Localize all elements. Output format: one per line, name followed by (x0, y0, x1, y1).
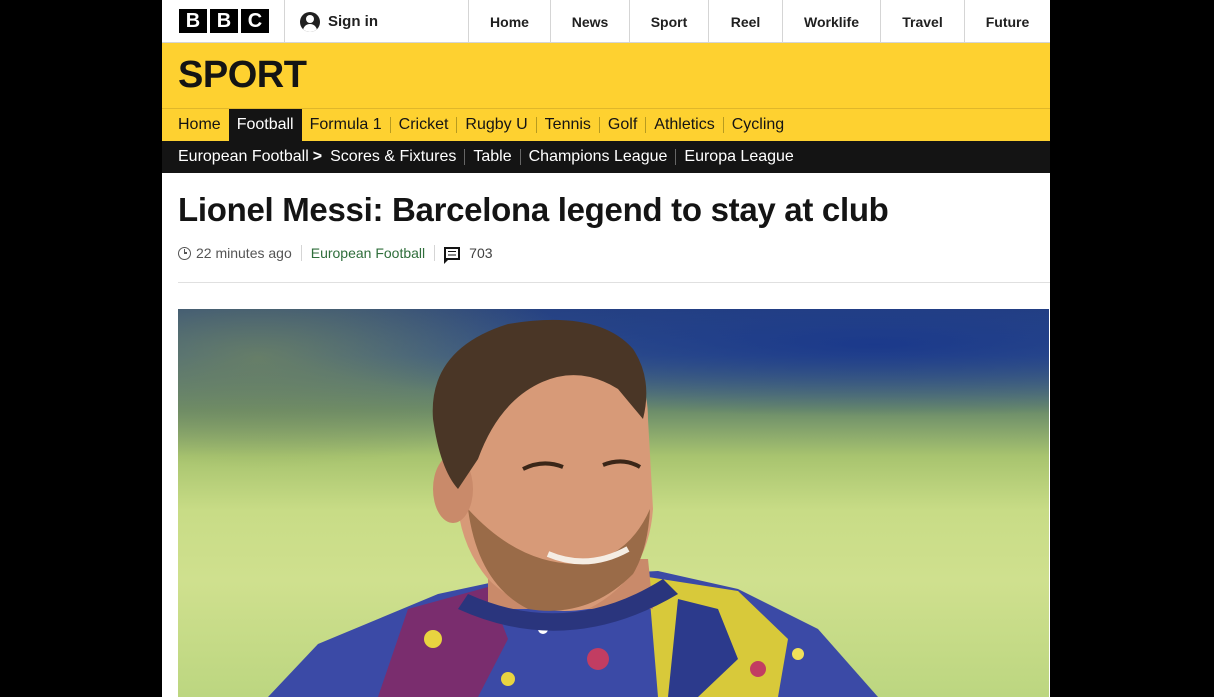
divider (178, 282, 1050, 283)
sub-nav-champions-league[interactable]: Champions League (521, 148, 676, 166)
sport-nav: Home Football Formula 1 Cricket Rugby U … (162, 108, 1050, 141)
sport-nav-cricket[interactable]: Cricket (391, 109, 457, 141)
sport-nav-tennis[interactable]: Tennis (537, 109, 599, 141)
sub-nav-europa-league[interactable]: Europa League (676, 148, 801, 166)
global-header: B B C Sign in Home News Sport Reel Workl… (162, 0, 1050, 43)
global-nav-home[interactable]: Home (468, 0, 550, 43)
section-link[interactable]: European Football (311, 245, 425, 261)
sport-nav-athletics[interactable]: Athletics (646, 109, 722, 141)
sub-nav-scores-fixtures[interactable]: Scores & Fixtures (330, 148, 464, 166)
timestamp: 22 minutes ago (196, 245, 292, 261)
comment-count: 703 (469, 245, 493, 261)
sign-in-link[interactable]: Sign in (300, 0, 378, 43)
sport-header: SPORT (162, 43, 1050, 108)
sport-nav-golf[interactable]: Golf (600, 109, 645, 141)
global-nav-worklife[interactable]: Worklife (782, 0, 880, 43)
article-headline: Lionel Messi: Barcelona legend to stay a… (178, 191, 889, 228)
player-photo (268, 319, 878, 697)
sub-nav-table[interactable]: Table (465, 148, 519, 166)
article-hero-image (178, 309, 1049, 697)
comments-link[interactable]: 703 (444, 245, 493, 264)
global-nav-reel[interactable]: Reel (708, 0, 782, 43)
bbc-logo-letter: C (241, 9, 269, 33)
page: B B C Sign in Home News Sport Reel Workl… (162, 0, 1050, 697)
global-nav-future[interactable]: Future (964, 0, 1050, 43)
user-icon (300, 11, 320, 32)
chevron-right-icon: > (312, 148, 323, 165)
clock-icon (178, 246, 191, 260)
bbc-logo-letter: B (210, 9, 238, 33)
sport-nav-cycling[interactable]: Cycling (724, 109, 792, 141)
secondary-nav: European Football > Scores & Fixtures Ta… (162, 141, 1050, 173)
divider (300, 245, 302, 261)
sport-title[interactable]: SPORT (178, 55, 307, 95)
sport-nav-home[interactable]: Home (162, 109, 229, 141)
sport-nav-rugby-union[interactable]: Rugby U (457, 109, 535, 141)
comment-icon (444, 246, 461, 264)
sub-nav-european-football[interactable]: European Football (162, 148, 313, 166)
sport-nav-formula-1[interactable]: Formula 1 (302, 109, 390, 141)
sport-nav-football[interactable]: Football (228, 109, 302, 141)
bbc-logo-letter: B (179, 9, 207, 33)
article-meta: 22 minutes ago European Football 703 (178, 243, 493, 264)
sign-in-label: Sign in (328, 13, 378, 30)
global-nav-travel[interactable]: Travel (880, 0, 964, 43)
bbc-logo[interactable]: B B C (179, 9, 269, 33)
global-nav-news[interactable]: News (550, 0, 629, 43)
divider (434, 245, 436, 261)
divider (284, 0, 285, 43)
global-nav-sport[interactable]: Sport (629, 0, 708, 43)
